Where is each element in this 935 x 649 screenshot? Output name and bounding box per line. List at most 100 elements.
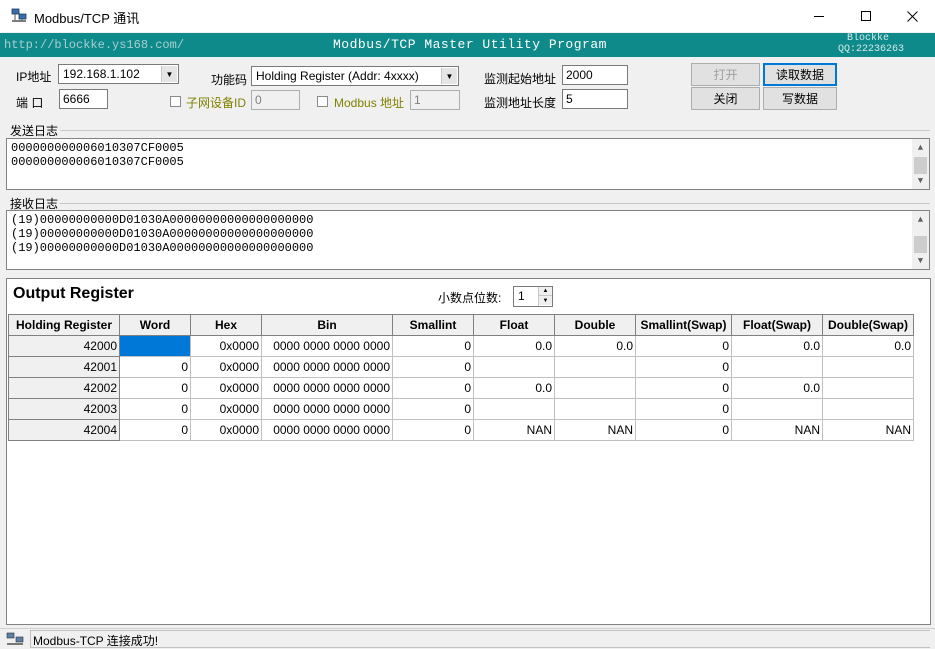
subnet-id-input[interactable]: 0 [251,90,300,110]
send-log-box[interactable]: 000000000006010307CF0005 0000000000060103… [6,138,930,190]
table-cell[interactable] [822,356,914,378]
scroll-up-icon[interactable]: ▲ [912,211,929,228]
close-window-button[interactable] [889,0,935,32]
table-cell[interactable]: 0 [392,335,474,357]
table-cell[interactable] [554,377,636,399]
column-header[interactable]: Holding Register [8,314,120,336]
table-cell[interactable]: NAN [554,419,636,441]
table-cell[interactable]: 0 [635,356,732,378]
maximize-button[interactable] [843,0,889,32]
table-cell[interactable]: 0 [119,335,191,357]
decimal-places-spinner[interactable]: 1 ▲ ▼ [513,286,553,307]
row-header-cell[interactable]: 42003 [8,398,120,420]
spinner-buttons[interactable]: ▲ ▼ [538,287,552,306]
receive-log-box[interactable]: (19)00000000000D01030A000000000000000000… [6,210,930,270]
table-cell[interactable]: 0 [392,398,474,420]
column-header[interactable]: Word [119,314,191,336]
status-bar: Modbus-TCP 连接成功! [0,628,935,648]
row-header-cell[interactable]: 42002 [8,377,120,399]
column-header[interactable]: Double [554,314,636,336]
column-header[interactable]: Bin [261,314,393,336]
table-cell[interactable] [731,356,823,378]
function-code-combo[interactable]: Holding Register (Addr: 4xxxx) ▼ [251,66,459,86]
table-row[interactable]: 42002 0 0x0000 0000 0000 0000 0000 0 0.0 0 0.0 [8,377,914,399]
chevron-down-icon[interactable]: ▼ [161,66,177,82]
ip-combo[interactable]: 192.168.1.102 ▼ [58,64,179,84]
table-cell[interactable]: 0.0 [473,335,555,357]
modbus-addr-checkbox[interactable] [317,96,328,107]
table-cell[interactable] [822,398,914,420]
spin-down-icon[interactable]: ▼ [539,296,552,305]
scroll-down-icon[interactable]: ▼ [912,172,929,189]
table-cell[interactable]: 0x0000 [190,356,262,378]
table-cell[interactable]: 0 [392,419,474,441]
column-header[interactable]: Smallint(Swap) [635,314,732,336]
table-cell[interactable]: 0x0000 [190,398,262,420]
table-cell[interactable]: 0 [635,377,732,399]
close-button[interactable]: 关闭 [691,87,760,110]
row-header-cell[interactable]: 42001 [8,356,120,378]
table-cell[interactable]: 0.0 [731,335,823,357]
addr-length-input[interactable]: 5 [562,89,628,109]
table-cell[interactable]: 0 [392,377,474,399]
write-data-button[interactable]: 写数据 [763,87,837,110]
read-data-button[interactable]: 读取数据 [763,63,837,86]
table-cell[interactable]: NAN [822,419,914,441]
table-cell[interactable]: 0000 0000 0000 0000 [261,398,393,420]
table-cell[interactable]: 0.0 [554,335,636,357]
port-input[interactable]: 6666 [59,89,108,109]
minimize-button[interactable] [796,0,842,32]
table-cell[interactable]: 0 [392,356,474,378]
table-cell[interactable]: 0 [635,398,732,420]
table-cell[interactable]: 0 [635,335,732,357]
table-cell[interactable]: 0.0 [822,335,914,357]
table-cell[interactable]: 0 [119,419,191,441]
scroll-down-icon[interactable]: ▼ [912,252,929,269]
chevron-down-icon[interactable]: ▼ [441,68,457,84]
send-log-scrollbar[interactable]: ▲ ▼ [912,139,929,189]
scroll-up-icon[interactable]: ▲ [912,139,929,156]
register-table[interactable]: Holding Register Word Hex Bin Smallint Float D… [8,314,914,441]
table-cell[interactable]: 0x0000 [190,377,262,399]
table-cell[interactable]: 0000 0000 0000 0000 [261,419,393,441]
modbus-addr-input[interactable]: 1 [410,90,460,110]
table-cell[interactable] [554,398,636,420]
subnet-id-checkbox[interactable] [170,96,181,107]
table-cell[interactable]: 0.0 [731,377,823,399]
table-cell[interactable]: 0 [635,419,732,441]
table-row[interactable]: 42000 0 0x0000 0000 0000 0000 0000 0 0.0 0.0 0 0… [8,335,914,357]
table-cell[interactable]: 0 [119,398,191,420]
table-cell[interactable]: NAN [731,419,823,441]
table-row[interactable]: 42004 0 0x0000 0000 0000 0000 0000 0 NAN NAN 0 N… [8,419,914,441]
row-header-cell[interactable]: 42000 [8,335,120,357]
author-qq: QQ:22236263 [838,44,905,55]
table-row[interactable]: 42001 0 0x0000 0000 0000 0000 0000 0 0 [8,356,914,378]
column-header[interactable]: Float [473,314,555,336]
table-cell[interactable]: 0000 0000 0000 0000 [261,356,393,378]
spin-up-icon[interactable]: ▲ [539,287,552,296]
table-cell[interactable]: NAN [473,419,555,441]
table-cell[interactable] [554,356,636,378]
table-cell[interactable]: 0.0 [473,377,555,399]
table-cell[interactable]: 0x0000 [190,335,262,357]
column-header[interactable]: Smallint [392,314,474,336]
column-header[interactable]: Double(Swap) [822,314,914,336]
table-cell[interactable]: 0000 0000 0000 0000 [261,335,393,357]
start-addr-input[interactable]: 2000 [562,65,628,85]
table-cell[interactable]: 0000 0000 0000 0000 [261,377,393,399]
table-cell[interactable] [731,398,823,420]
receive-log-scrollbar[interactable]: ▲ ▼ [912,211,929,269]
title-bar[interactable]: Modbus/TCP 通讯 [0,0,935,32]
scroll-thumb[interactable] [914,236,927,253]
table-row[interactable]: 42003 0 0x0000 0000 0000 0000 0000 0 0 [8,398,914,420]
open-button[interactable]: 打开 [691,63,760,86]
table-cell[interactable] [473,356,555,378]
table-cell[interactable] [473,398,555,420]
table-cell[interactable] [822,377,914,399]
table-cell[interactable]: 0x0000 [190,419,262,441]
column-header[interactable]: Hex [190,314,262,336]
table-cell[interactable]: 0 [119,377,191,399]
row-header-cell[interactable]: 42004 [8,419,120,441]
table-cell[interactable]: 0 [119,356,191,378]
column-header[interactable]: Float(Swap) [731,314,823,336]
